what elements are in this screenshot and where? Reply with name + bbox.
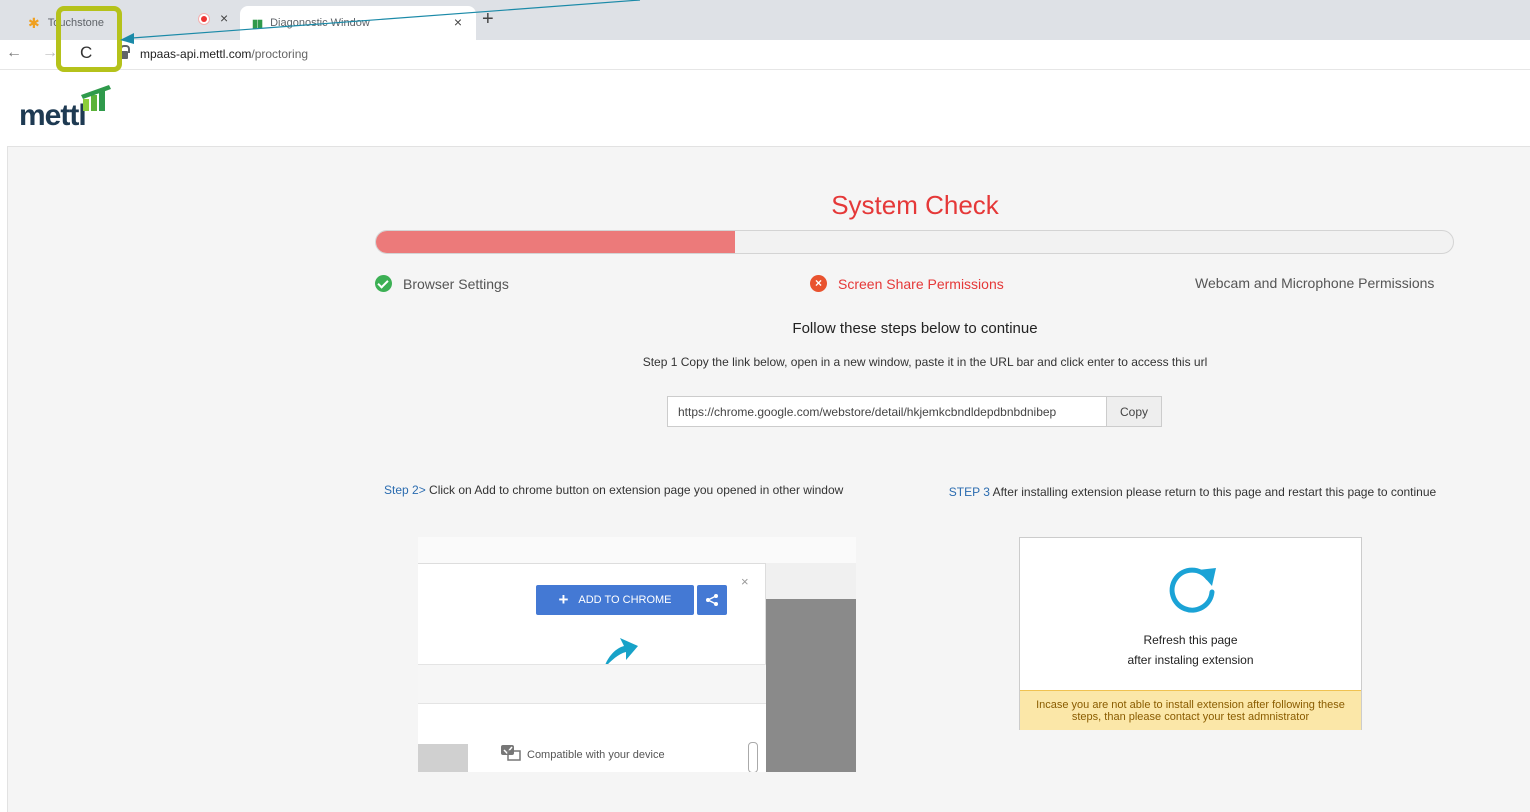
step2-prefix: Step 2> bbox=[384, 483, 426, 497]
page-title: System Check bbox=[831, 190, 999, 220]
add-to-chrome-illustration: × + ADD TO CHROME Compatible with your d… bbox=[418, 537, 856, 772]
device-check-icon bbox=[501, 745, 521, 761]
step-label: Webcam and Microphone Permissions bbox=[1195, 275, 1435, 291]
compat-text: Compatible with your device bbox=[527, 749, 665, 761]
contact-admin-warning: Incase you are not able to install exten… bbox=[1020, 690, 1361, 730]
logo-text: mettl bbox=[19, 99, 87, 132]
refresh-card: Refresh this page after instaling extens… bbox=[1019, 537, 1362, 730]
close-icon: × bbox=[741, 574, 749, 589]
share-icon bbox=[697, 585, 727, 615]
error-circle-icon: × bbox=[810, 275, 827, 292]
progress-bar bbox=[375, 230, 1454, 254]
step2-text: Step 2> Click on Add to chrome button on… bbox=[384, 483, 843, 497]
refresh-line1: Refresh this page bbox=[1143, 633, 1238, 647]
mettl-logo: mettl bbox=[19, 85, 119, 132]
refresh-line2: after instaling extension bbox=[1127, 653, 1254, 667]
step3-text: STEP 3 After installing extension please… bbox=[945, 483, 1440, 501]
step-label: Browser Settings bbox=[403, 275, 509, 292]
add-to-chrome-button-image: + ADD TO CHROME bbox=[536, 585, 694, 615]
copy-button[interactable]: Copy bbox=[1107, 396, 1162, 427]
step-browser-settings: Browser Settings bbox=[375, 275, 509, 292]
link-copy-group: Copy bbox=[667, 396, 1162, 427]
step2-body: Click on Add to chrome button on extensi… bbox=[425, 483, 844, 497]
annotation-arrow-icon bbox=[120, 0, 641, 44]
follow-instructions: Follow these steps below to continue bbox=[792, 320, 1038, 337]
plus-icon: + bbox=[558, 590, 569, 609]
check-circle-icon bbox=[375, 275, 392, 292]
logo-bars-icon bbox=[81, 85, 111, 111]
step1-text: Step 1 Copy the link below, open in a ne… bbox=[642, 355, 1208, 369]
extension-link-input[interactable] bbox=[667, 396, 1107, 427]
step-webcam-microphone: Webcam and Microphone Permissions bbox=[1195, 275, 1434, 291]
step3-prefix: STEP 3 bbox=[948, 485, 990, 499]
extension-panel: × + ADD TO CHROME Compatible with your d… bbox=[418, 563, 766, 772]
refresh-icon bbox=[1169, 567, 1216, 613]
progress-fill bbox=[376, 231, 735, 253]
add-button-label: ADD TO CHROME bbox=[578, 594, 672, 606]
step3-body: After installing extension please return… bbox=[989, 485, 1437, 499]
step-screen-share: × Screen Share Permissions bbox=[810, 275, 1004, 292]
step-label: Screen Share Permissions bbox=[838, 275, 1004, 292]
scrollbar bbox=[748, 742, 758, 772]
